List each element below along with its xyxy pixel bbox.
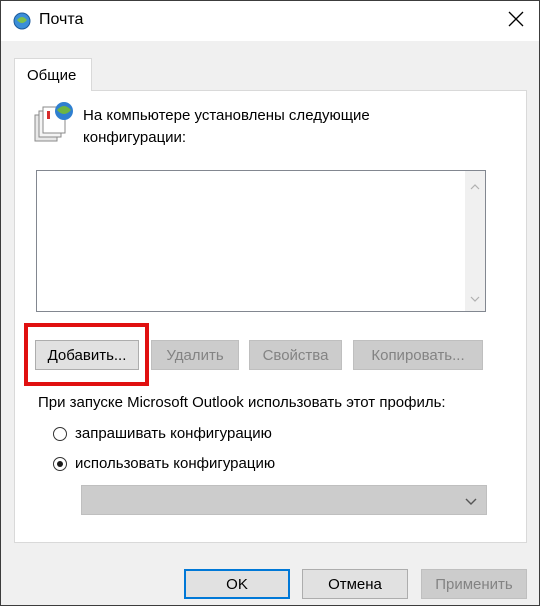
- radio-use-configuration[interactable]: использовать конфигурацию: [53, 455, 275, 472]
- startup-profile-label: При запуске Microsoft Outlook использова…: [38, 394, 446, 411]
- close-button[interactable]: [493, 1, 539, 41]
- tab-general-label: Общие: [27, 67, 77, 84]
- close-icon: [508, 11, 524, 31]
- mail-app-icon: [13, 12, 31, 30]
- radio-prompt-label: запрашивать конфигурацию: [75, 425, 272, 442]
- radio-use-label: использовать конфигурацию: [75, 455, 276, 472]
- mail-config-icon: [31, 101, 75, 151]
- scroll-up-button[interactable]: [465, 175, 485, 195]
- radio-use-indicator[interactable]: [53, 456, 67, 471]
- profiles-list[interactable]: [36, 170, 486, 312]
- window-title: Почта: [39, 11, 84, 28]
- chevron-down-icon: [464, 494, 478, 511]
- properties-button[interactable]: Свойства: [249, 340, 342, 370]
- ok-button[interactable]: OK: [184, 569, 290, 599]
- radio-prompt-indicator[interactable]: [53, 426, 67, 441]
- tab-general[interactable]: Общие: [14, 58, 92, 91]
- radio-prompt-configuration[interactable]: запрашивать конфигурацию: [53, 425, 272, 442]
- scroll-up-icon: [470, 177, 480, 194]
- scroll-down-icon: [470, 289, 480, 306]
- apply-button[interactable]: Применить: [421, 569, 527, 599]
- copy-button[interactable]: Копировать...: [353, 340, 483, 370]
- remove-button[interactable]: Удалить: [151, 340, 239, 370]
- profile-select[interactable]: [81, 485, 487, 515]
- title-bar: Почта: [1, 1, 539, 41]
- add-button-highlight: [24, 323, 149, 386]
- mail-dialog: Почта Общие На компьютере установлены сл…: [0, 0, 540, 606]
- configurations-info-text: На компьютере установлены следующие конф…: [83, 107, 370, 146]
- cancel-button[interactable]: Отмена: [302, 569, 408, 599]
- general-panel: [14, 90, 527, 543]
- profiles-list-scrollbar[interactable]: [465, 171, 485, 311]
- scroll-down-button[interactable]: [465, 287, 485, 307]
